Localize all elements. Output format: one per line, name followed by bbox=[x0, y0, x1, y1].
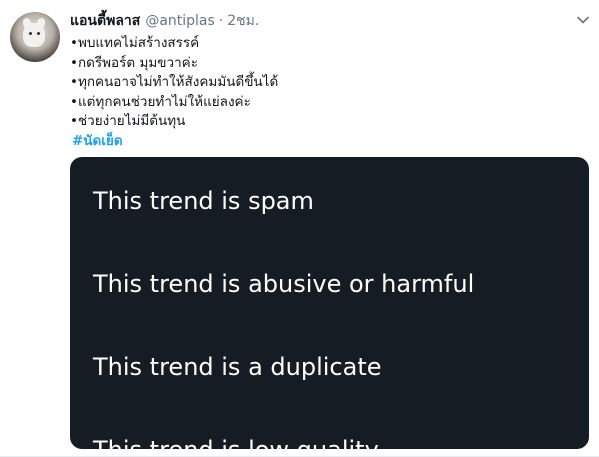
menu-item-abusive[interactable]: This trend is abusive or harmful bbox=[93, 270, 474, 298]
display-name[interactable]: แอนตี้พลาส bbox=[70, 10, 140, 32]
tweet-text-line: •แต่ทุกคนช่วยทำไม่ให้แย่ลงค่ะ bbox=[70, 93, 251, 110]
report-trend-menu: This trend is spam This trend is abusive… bbox=[70, 157, 589, 449]
menu-item-spam[interactable]: This trend is spam bbox=[93, 187, 314, 215]
menu-item-duplicate[interactable]: This trend is a duplicate bbox=[93, 353, 382, 381]
hashtag-link[interactable]: #นัดเย็ด bbox=[70, 132, 580, 152]
tweet-timestamp[interactable]: 2ชม. bbox=[227, 10, 259, 32]
avatar-face bbox=[23, 23, 45, 47]
user-handle[interactable]: @antiplas bbox=[145, 13, 214, 29]
tweet-text-line: •กดรีพอร์ต มุมขวาค่ะ bbox=[70, 54, 198, 71]
tweet-text-line: •พบแทคไม่สร้างสรรค์ bbox=[70, 35, 200, 51]
avatar-eye-right bbox=[37, 32, 40, 35]
tweet-text-line: •ช่วยง่ายไม่มีต้นทุน bbox=[70, 113, 186, 129]
avatar-eye-left bbox=[29, 32, 32, 35]
tweet[interactable]: แอนตี้พลาส @antiplas · 2ชม. •พบแทคไม่สร้… bbox=[0, 0, 599, 457]
separator-dot: · bbox=[218, 13, 224, 29]
menu-item-low-quality[interactable]: This trend is low quality bbox=[93, 436, 379, 449]
tweet-text-line: •ทุกคนอาจไม่ทำให้สังคมมันดีขึ้นได้ bbox=[70, 74, 279, 90]
tweet-text: •พบแทคไม่สร้างสรรค์ •กดรีพอร์ต มุมขวาค่ะ… bbox=[70, 34, 580, 151]
chevron-down-icon[interactable] bbox=[575, 12, 591, 28]
tweet-header: แอนตี้พลาส @antiplas · 2ชม. bbox=[70, 10, 259, 30]
avatar[interactable] bbox=[10, 12, 60, 62]
